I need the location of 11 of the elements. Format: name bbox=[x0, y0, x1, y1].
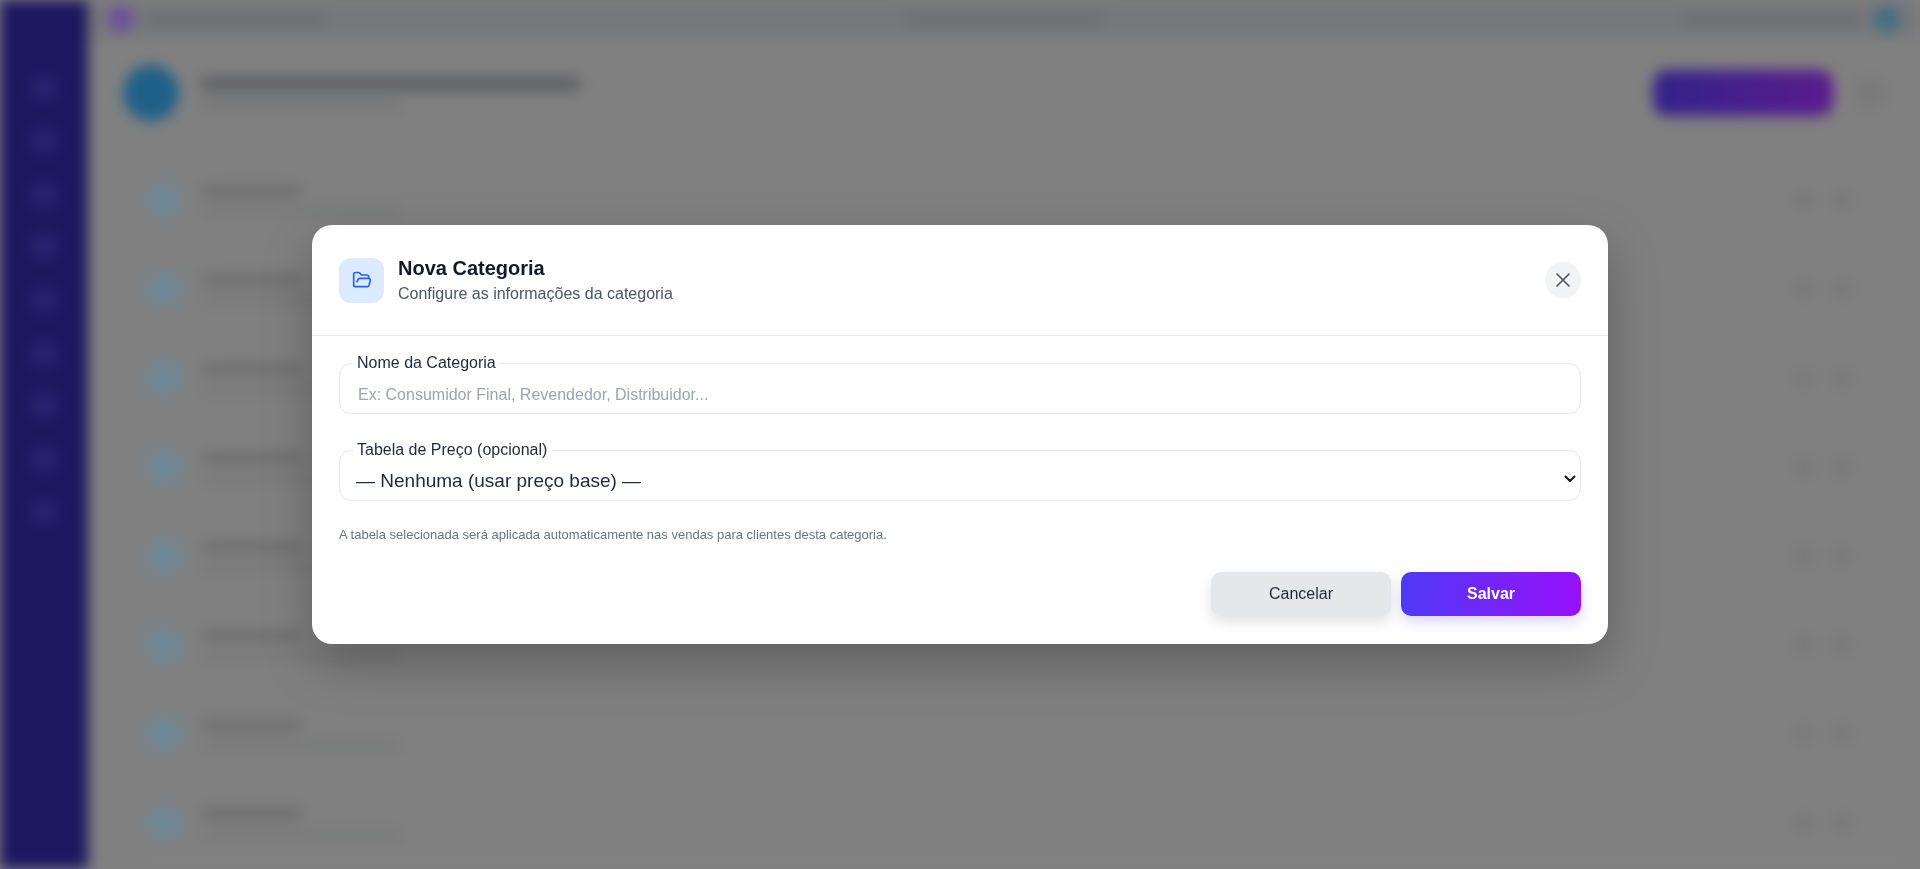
dialog-subtitle: Configure as informações da categoria bbox=[398, 284, 673, 304]
cancel-button[interactable]: Cancelar bbox=[1211, 572, 1391, 616]
folder-icon bbox=[339, 257, 384, 303]
help-text: A tabela selecionada será aplicada automaticamente nas vendas para clientes desta categoria. bbox=[339, 527, 888, 543]
chevron-down-icon bbox=[1564, 475, 1576, 483]
field-label: Nome da Categoria bbox=[353, 354, 500, 372]
close-button[interactable] bbox=[1545, 262, 1581, 298]
save-button[interactable]: Salvar bbox=[1401, 572, 1581, 616]
field-label: Tabela de Preço (opcional) bbox=[353, 441, 552, 459]
dialog-title: Nova Categoria bbox=[398, 256, 546, 280]
close-icon bbox=[1556, 273, 1570, 287]
